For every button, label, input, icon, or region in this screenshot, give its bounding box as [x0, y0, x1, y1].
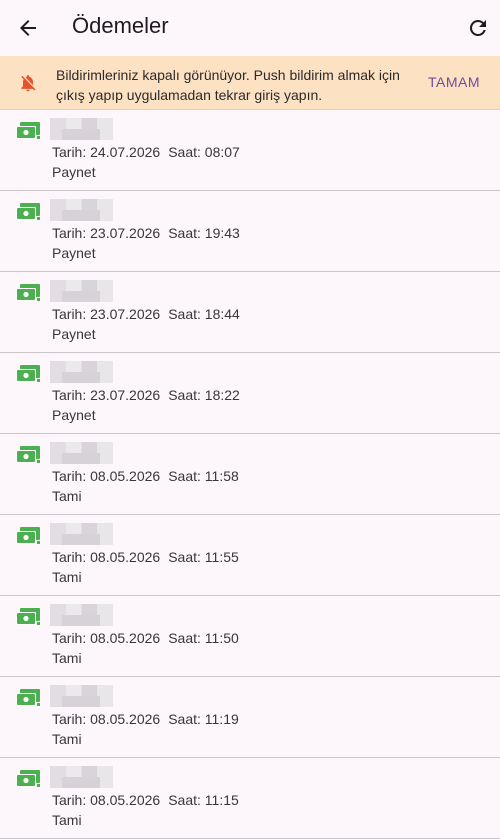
payment-date: Tarih: 08.05.2026: [52, 549, 161, 565]
payment-datetime: Tarih: 23.07.2026 Saat: 18:22: [52, 387, 240, 403]
payment-date: Tarih: 08.05.2026: [52, 711, 161, 727]
payment-time: Saat: 11:58: [168, 468, 239, 484]
payment-row[interactable]: Tarih: 08.05.2026 Saat: 11:55 Tami: [0, 515, 500, 596]
cash-icon: [16, 365, 40, 382]
payment-time: Saat: 18:44: [168, 306, 240, 322]
cash-icon: [16, 284, 40, 301]
payment-provider: Tami: [52, 731, 82, 747]
notification-banner: Bildirimleriniz kapalı görünüyor. Push b…: [0, 56, 500, 110]
payment-row[interactable]: Tarih: 08.05.2026 Saat: 11:15 Tami: [0, 758, 500, 839]
payment-time: Saat: 18:22: [168, 387, 240, 403]
payment-date: Tarih: 08.05.2026: [52, 792, 161, 808]
payment-row[interactable]: Tarih: 24.07.2026 Saat: 08:07 Paynet: [0, 110, 500, 191]
payment-row[interactable]: Tarih: 08.05.2026 Saat: 11:19 Tami: [0, 677, 500, 758]
payment-date: Tarih: 23.07.2026: [52, 225, 161, 241]
payment-datetime: Tarih: 08.05.2026 Saat: 11:15: [52, 792, 239, 808]
redacted-amount: [50, 523, 113, 545]
payment-date: Tarih: 08.05.2026: [52, 468, 161, 484]
payments-list: Tarih: 24.07.2026 Saat: 08:07 Paynet Tari…: [0, 110, 500, 839]
payment-time: Saat: 11:50: [168, 630, 239, 646]
notifications-off-icon: [21, 75, 36, 92]
cash-icon: [16, 446, 40, 463]
payment-time: Saat: 11:15: [168, 792, 239, 808]
payment-provider: Tami: [52, 812, 82, 828]
redacted-amount: [50, 280, 113, 302]
payment-row[interactable]: Tarih: 08.05.2026 Saat: 11:58 Tami: [0, 434, 500, 515]
payment-provider: Tami: [52, 650, 82, 666]
redacted-amount: [50, 199, 113, 221]
banner-message: Bildirimleriniz kapalı görünüyor. Push b…: [56, 67, 400, 103]
payment-date: Tarih: 08.05.2026: [52, 630, 161, 646]
payment-provider: Tami: [52, 569, 82, 585]
payment-datetime: Tarih: 24.07.2026 Saat: 08:07: [52, 144, 240, 160]
payment-time: Saat: 19:43: [168, 225, 240, 241]
back-arrow-icon[interactable]: [16, 16, 40, 40]
payment-row[interactable]: Tarih: 23.07.2026 Saat: 18:22 Paynet: [0, 353, 500, 434]
payment-provider: Paynet: [52, 407, 96, 423]
cash-icon: [16, 770, 40, 787]
payment-time: Saat: 11:19: [168, 711, 239, 727]
payment-row[interactable]: Tarih: 23.07.2026 Saat: 19:43 Paynet: [0, 191, 500, 272]
payment-datetime: Tarih: 08.05.2026 Saat: 11:19: [52, 711, 239, 727]
page-title: Ödemeler: [72, 13, 169, 38]
app-bar: Ödemeler: [0, 0, 500, 56]
payment-datetime: Tarih: 23.07.2026 Saat: 19:43: [52, 225, 240, 241]
cash-icon: [16, 608, 40, 625]
payment-time: Saat: 11:55: [168, 549, 239, 565]
payment-provider: Paynet: [52, 326, 96, 342]
payment-provider: Paynet: [52, 245, 96, 261]
payment-date: Tarih: 23.07.2026: [52, 306, 161, 322]
payment-date: Tarih: 23.07.2026: [52, 387, 161, 403]
payment-datetime: Tarih: 08.05.2026 Saat: 11:58: [52, 468, 239, 484]
payment-provider: Tami: [52, 488, 82, 504]
payment-row[interactable]: Tarih: 23.07.2026 Saat: 18:44 Paynet: [0, 272, 500, 353]
payment-datetime: Tarih: 08.05.2026 Saat: 11:55: [52, 549, 239, 565]
payment-provider: Paynet: [52, 164, 96, 180]
payment-datetime: Tarih: 08.05.2026 Saat: 11:50: [52, 630, 239, 646]
cash-icon: [16, 203, 40, 220]
cash-icon: [16, 527, 40, 544]
redacted-amount: [50, 766, 113, 788]
payment-time: Saat: 08:07: [168, 144, 240, 160]
redacted-amount: [50, 685, 113, 707]
payment-datetime: Tarih: 23.07.2026 Saat: 18:44: [52, 306, 240, 322]
payment-date: Tarih: 24.07.2026: [52, 144, 161, 160]
cash-icon: [16, 689, 40, 706]
redacted-amount: [50, 361, 113, 383]
redacted-amount: [50, 604, 113, 626]
banner-ok-button[interactable]: TAMAM: [428, 74, 480, 90]
redacted-amount: [50, 442, 113, 464]
cash-icon: [16, 122, 40, 139]
payment-row[interactable]: Tarih: 08.05.2026 Saat: 11:50 Tami: [0, 596, 500, 677]
redacted-amount: [50, 118, 113, 140]
refresh-icon[interactable]: [466, 16, 490, 40]
